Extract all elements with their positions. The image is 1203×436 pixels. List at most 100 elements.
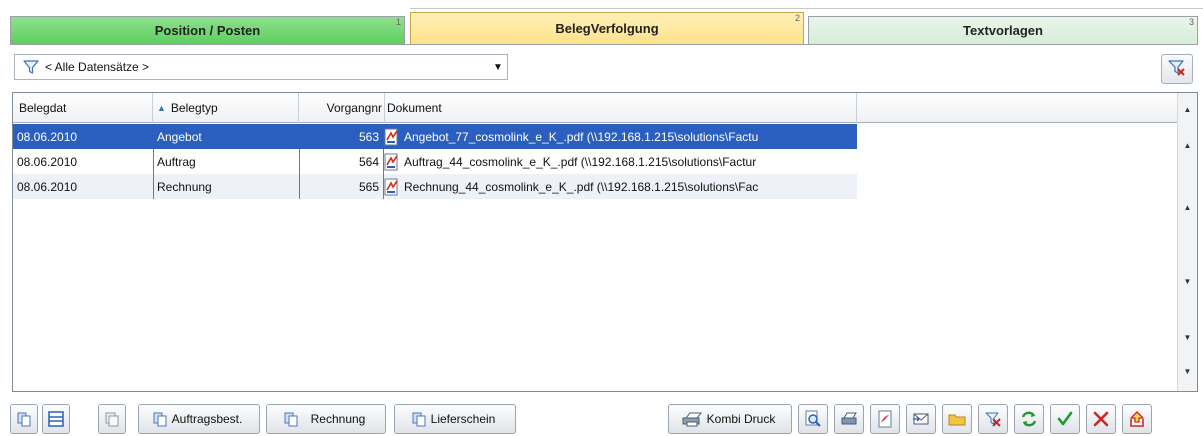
close-icon [1093, 411, 1109, 427]
cell-belegtyp: Angebot [157, 129, 202, 144]
tab-number: 1 [395, 17, 401, 27]
copy-document-icon [153, 412, 167, 427]
folder-icon [948, 414, 966, 426]
table-row[interactable]: 08.06.2010 Rechnung 565 Rechnung_44_cosm… [13, 174, 857, 199]
remove-filter-icon [985, 412, 1001, 427]
vertical-scrollbar[interactable]: ▲ ▲ ▲ ▼ ▼ ▼ [1177, 93, 1197, 391]
button-label: Lieferschein [430, 412, 496, 426]
pdf-export-button[interactable] [870, 404, 900, 434]
cell-belegdat: 08.06.2010 [17, 154, 78, 169]
tab-label: Textvorlagen [963, 23, 1043, 38]
rechnung-button[interactable]: Rechnung [266, 404, 386, 434]
cell-belegdat: 08.06.2010 [17, 129, 78, 144]
copy-document-icon [412, 412, 426, 427]
refresh-button[interactable] [1014, 404, 1044, 434]
copy-document-button[interactable] [10, 404, 38, 434]
scroll-down-arrow-icon[interactable]: ▼ [1178, 273, 1197, 289]
bottom-toolbar: Auftragsbest. Rechnung Lieferschein Komb… [0, 398, 1203, 436]
column-header-label: Belegdat [19, 101, 67, 115]
table-row[interactable]: 08.06.2010 Auftrag 564 Auftrag_44_cosmol… [13, 149, 857, 174]
checkmark-icon [1057, 411, 1073, 426]
tab-topline [410, 8, 1203, 9]
open-folder-button[interactable] [942, 404, 972, 434]
tab-position-posten[interactable]: Position / Posten 1 [10, 16, 405, 44]
duplicate-button[interactable] [98, 404, 126, 434]
printer-stack-icon [682, 412, 702, 427]
cell-belegtyp: Rechnung [157, 179, 212, 194]
clear-filter-icon [1167, 58, 1187, 81]
copy-document-icon [17, 412, 31, 427]
auftragsbest-button[interactable]: Auftragsbest. [138, 404, 260, 434]
column-header-belegdat[interactable]: Belegdat [13, 93, 153, 123]
column-divider [153, 174, 154, 199]
dropdown-arrow-icon[interactable]: ▼ [489, 55, 507, 79]
column-header-label: Belegtyp [170, 101, 218, 115]
scroll-down-arrow-icon[interactable]: ▼ [1178, 363, 1197, 379]
table-row[interactable]: 08.06.2010 Angebot 563 Angebot_77_cosmol… [13, 124, 857, 149]
clear-filter-button[interactable] [1161, 54, 1193, 84]
tab-bar: Position / Posten 1 BelegVerfolgung 2 Te… [0, 0, 1203, 46]
scroll-up-arrow-icon[interactable]: ▲ [1178, 199, 1197, 215]
email-button[interactable] [906, 404, 936, 434]
funnel-icon [21, 57, 41, 77]
scroll-up-arrow-icon[interactable]: ▲ [1178, 101, 1197, 117]
column-header-dokument[interactable]: Dokument [385, 93, 857, 123]
filter-selected-value: < Alle Datensätze > [45, 60, 150, 74]
lieferschein-button[interactable]: Lieferschein [394, 404, 516, 434]
exit-icon [1130, 411, 1144, 427]
cancel-button[interactable] [1086, 404, 1116, 434]
column-header-label: Vorgangnr [326, 101, 382, 115]
cell-dokument[interactable]: Auftrag_44_cosmolink_e_K_.pdf (\\192.168… [383, 149, 857, 174]
row-extension [857, 174, 1177, 199]
row-extension [857, 124, 1177, 149]
tab-label: Position / Posten [154, 23, 261, 38]
cell-vorgangnr: 565 [358, 179, 379, 194]
document-grid[interactable]: Belegdat ▲ Belegtyp Vorgangnr Dokument 0… [12, 92, 1198, 392]
cell-belegdat: 08.06.2010 [17, 179, 78, 194]
sort-ascending-icon: ▲ [157, 103, 166, 113]
form-view-icon [48, 411, 64, 427]
remove-filter-button[interactable] [978, 404, 1008, 434]
form-view-button[interactable] [42, 404, 70, 434]
printer-icon [841, 412, 857, 425]
button-label: Auftragsbest. [171, 412, 243, 426]
tab-number: 2 [794, 13, 800, 23]
document-path: Angebot_77_cosmolink_e_K_.pdf (\\192.168… [404, 129, 759, 144]
magnifier-icon [805, 410, 821, 427]
scroll-up-arrow-icon[interactable]: ▲ [1178, 137, 1197, 153]
cell-dokument[interactable]: Rechnung_44_cosmolink_e_K_.pdf (\\192.16… [383, 174, 857, 199]
column-header-vorgangnr[interactable]: Vorgangnr [299, 93, 385, 123]
scroll-down-arrow-icon[interactable]: ▼ [1178, 329, 1197, 345]
button-label: Rechnung [310, 412, 366, 426]
pdf-document-icon [384, 128, 398, 145]
cell-dokument[interactable]: Angebot_77_cosmolink_e_K_.pdf (\\192.168… [383, 124, 857, 149]
exit-button[interactable] [1122, 404, 1152, 434]
tab-label: BelegVerfolgung [555, 21, 659, 36]
refresh-icon [1021, 411, 1037, 427]
confirm-button[interactable] [1050, 404, 1080, 434]
document-path: Auftrag_44_cosmolink_e_K_.pdf (\\192.168… [404, 154, 757, 169]
print-button[interactable] [834, 404, 864, 434]
cell-belegtyp: Auftrag [157, 154, 196, 169]
tab-baseline [10, 44, 1198, 45]
preview-button[interactable] [798, 404, 828, 434]
cell-vorgangnr: 564 [358, 154, 379, 169]
duplicate-icon [105, 412, 119, 427]
document-path: Rechnung_44_cosmolink_e_K_.pdf (\\192.16… [404, 179, 759, 194]
tab-textvorlagen[interactable]: Textvorlagen 3 [808, 16, 1198, 44]
kombi-druck-button[interactable]: Kombi Druck [668, 404, 792, 434]
grid-header: Belegdat ▲ Belegtyp Vorgangnr Dokument [13, 93, 1177, 123]
column-header-label: Dokument [387, 101, 442, 115]
copy-document-icon [284, 412, 298, 427]
tab-belegverfolgung[interactable]: BelegVerfolgung 2 [410, 12, 804, 44]
pdf-icon [878, 410, 892, 428]
pdf-document-icon [384, 178, 398, 195]
email-icon [913, 413, 929, 425]
pdf-document-icon [384, 153, 398, 170]
tab-number: 3 [1188, 17, 1194, 27]
filter-dropdown[interactable]: < Alle Datensätze > ▼ [14, 54, 508, 80]
cell-vorgangnr: 563 [358, 129, 379, 144]
column-divider [153, 149, 154, 174]
column-header-belegtyp[interactable]: ▲ Belegtyp [153, 93, 299, 123]
button-label: Kombi Druck [706, 412, 776, 426]
